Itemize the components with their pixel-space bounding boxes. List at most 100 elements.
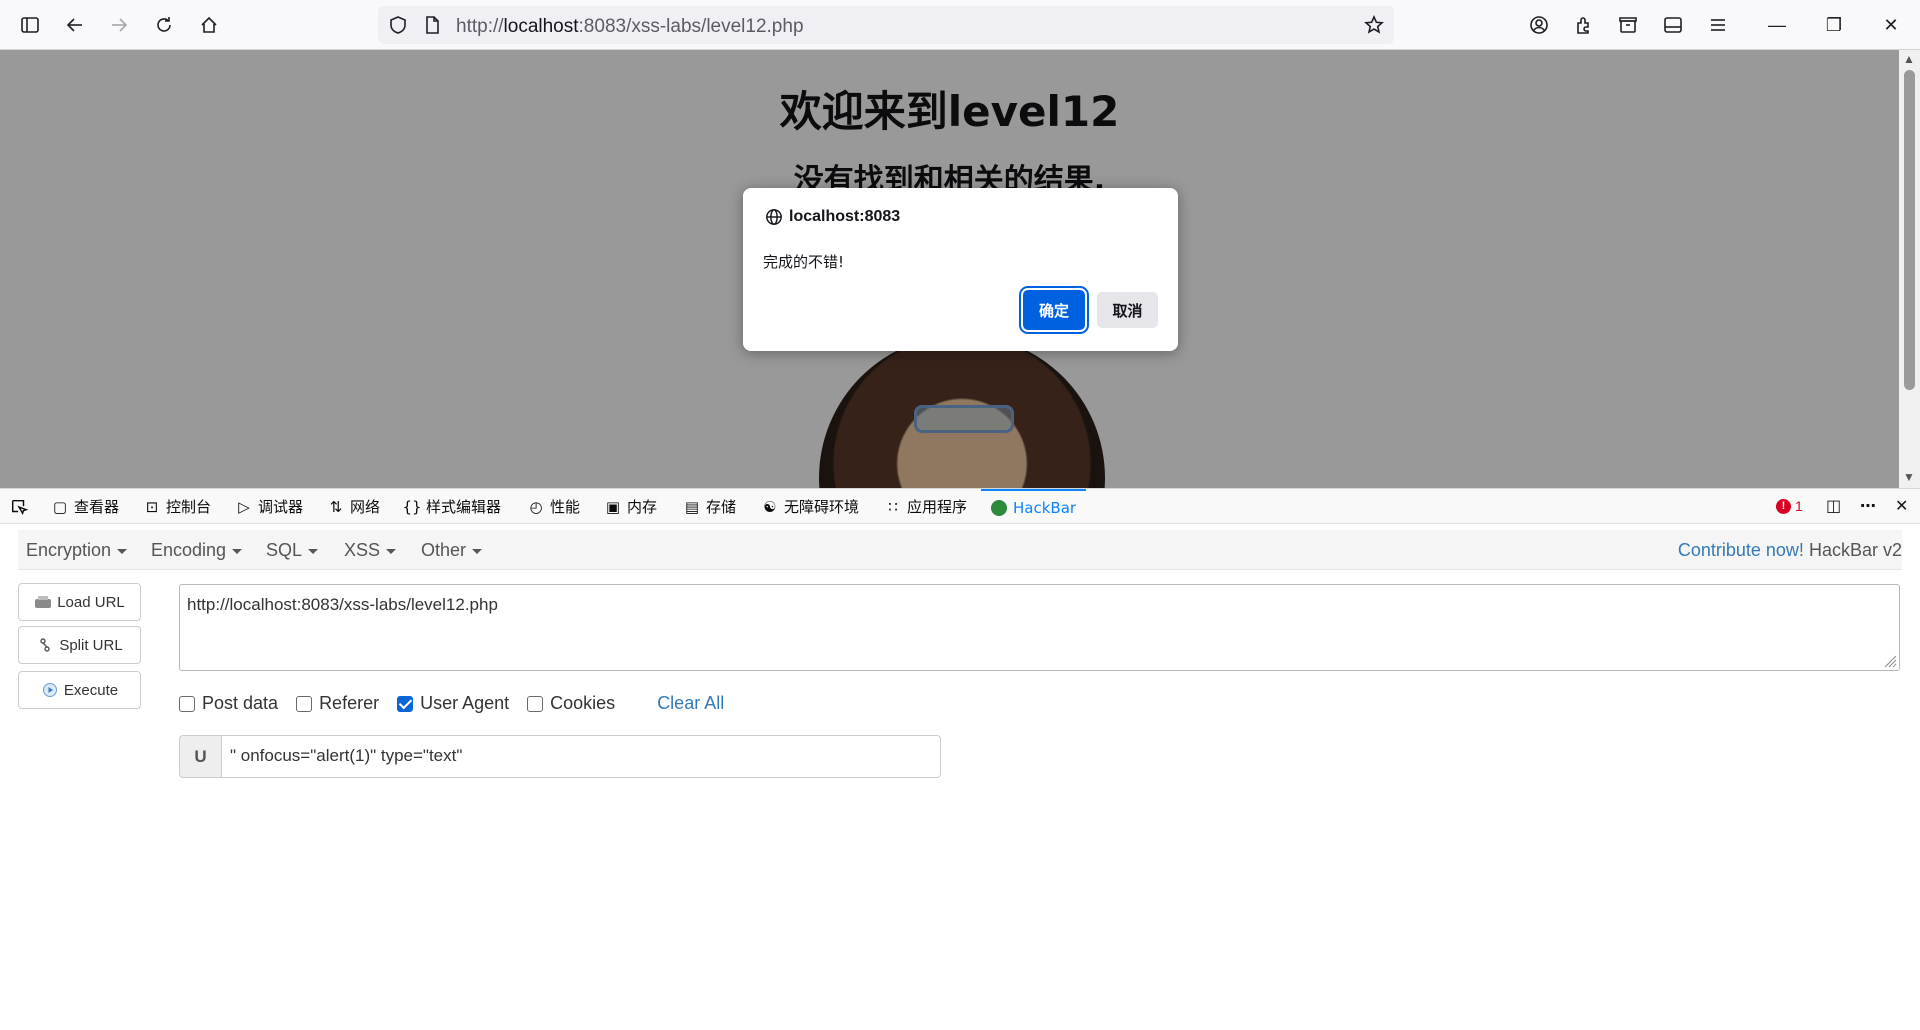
inspector-icon: ▢ [52, 497, 68, 516]
tab-network[interactable]: ⇅ 网络 [328, 489, 380, 524]
error-count: 1 [1795, 498, 1803, 514]
menu-encoding[interactable]: Encoding [151, 540, 243, 561]
reload-icon[interactable] [148, 9, 180, 41]
clear-all-link[interactable]: Clear All [657, 693, 724, 714]
restore-icon[interactable]: ❐ [1819, 10, 1849, 40]
user-agent-checkbox[interactable] [397, 695, 414, 712]
extensions-icon[interactable] [1568, 9, 1600, 41]
url-text[interactable]: http://localhost:8083/xss-labs/level12.p… [456, 16, 804, 38]
menu-encryption[interactable]: Encryption [26, 540, 128, 561]
tracking-protection-shield-icon[interactable] [388, 15, 408, 35]
close-devtools-icon[interactable]: ✕ [1895, 496, 1908, 516]
tab-application[interactable]: ∷ 应用程序 [885, 489, 967, 524]
tab-label: 调试器 [258, 498, 304, 516]
button-label: Split URL [59, 636, 123, 654]
tab-label: 控制台 [166, 498, 212, 516]
tab-console[interactable]: ⊡ 控制台 [144, 489, 211, 524]
url-host: localhost [503, 16, 579, 37]
debugger-icon: ▷ [238, 497, 250, 516]
post-data-checkbox[interactable] [179, 695, 195, 712]
resize-grip-icon[interactable] [1883, 654, 1897, 668]
back-icon[interactable] [59, 9, 91, 41]
caret-down-icon [386, 548, 397, 554]
close-window-icon[interactable]: ✕ [1876, 10, 1906, 40]
style-editor-icon: {} [402, 497, 422, 516]
tab-style-editor[interactable]: {} 样式编辑器 [402, 489, 502, 524]
url-path: :8083/xss-labs/level12.php [578, 16, 804, 37]
hackbar-version: HackBar v2 [1808, 540, 1902, 560]
menu-other[interactable]: Other [421, 540, 483, 561]
storage-icon: ▤ [684, 497, 700, 516]
option-referer[interactable]: Referer [296, 693, 379, 714]
option-cookies[interactable]: Cookies [527, 693, 615, 714]
console-icon: ⊡ [145, 497, 159, 516]
browser-toolbar: http://localhost:8083/xss-labs/level12.p… [0, 0, 1920, 50]
tab-memory[interactable]: ▣ 内存 [605, 489, 657, 524]
tab-inspector[interactable]: ▢ 查看器 [52, 489, 119, 524]
forward-icon[interactable] [103, 9, 135, 41]
contribute-area: Contribute now! HackBar v2 [1678, 540, 1902, 561]
menu-sql[interactable]: SQL [266, 540, 319, 561]
alert-dialog: localhost:8083 完成的不错! 确定 取消 [743, 188, 1178, 351]
button-label: Execute [63, 681, 119, 699]
tab-label: 内存 [627, 498, 658, 516]
tab-label: 性能 [550, 498, 581, 516]
menu-label: Encryption [26, 540, 112, 560]
option-post-data[interactable]: Post data [179, 693, 278, 714]
caret-down-icon [472, 548, 483, 554]
error-count-badge[interactable]: ! 1 [1776, 498, 1803, 514]
performance-icon: ◴ [529, 497, 543, 516]
user-agent-input[interactable]: " onfocus="alert(1)" type="text" [222, 735, 941, 778]
element-picker-icon[interactable] [10, 489, 28, 524]
ok-button[interactable]: 确定 [1019, 286, 1089, 334]
page-scrollbar[interactable]: ▲ ▼ [1899, 50, 1920, 488]
network-icon: ⇅ [329, 497, 343, 516]
error-icon: ! [1776, 498, 1791, 514]
more-options-icon[interactable]: ⋯ [1860, 496, 1876, 516]
caret-down-icon [308, 548, 319, 554]
contribute-link[interactable]: Contribute now! [1678, 540, 1804, 560]
tab-accessibility[interactable]: ☯ 无障碍环境 [762, 489, 859, 524]
url-bar[interactable]: http://localhost:8083/xss-labs/level12.p… [378, 6, 1394, 44]
tab-hackbar[interactable]: HackBar [981, 489, 1087, 524]
home-icon[interactable] [193, 9, 225, 41]
menu-icon[interactable] [1702, 9, 1734, 41]
minimize-icon[interactable]: — [1762, 10, 1792, 40]
tab-label: 样式编辑器 [426, 498, 502, 516]
tab-debugger[interactable]: ▷ 调试器 [236, 489, 303, 524]
tab-performance[interactable]: ◴ 性能 [528, 489, 580, 524]
sidebar-layout-icon[interactable] [1657, 9, 1689, 41]
sidebar-toggle-icon[interactable] [14, 9, 46, 41]
split-url-icon [40, 638, 51, 652]
page-info-icon[interactable] [422, 15, 442, 35]
cookies-checkbox[interactable] [527, 695, 544, 712]
menu-xss[interactable]: XSS [344, 540, 397, 561]
dialog-message: 完成的不错! [763, 253, 845, 271]
dock-side-icon[interactable]: ◫ [1826, 496, 1841, 516]
user-agent-addon: U [179, 735, 222, 778]
tab-label: 存储 [706, 498, 737, 516]
option-user-agent[interactable]: User Agent [397, 693, 509, 714]
scroll-up-icon[interactable]: ▲ [1903, 52, 1915, 66]
cancel-button[interactable]: 取消 [1097, 292, 1158, 328]
hackbar-options: Post data Referer User Agent Cookies Cle… [179, 693, 724, 714]
hackbar-icon [991, 499, 1007, 516]
referer-checkbox[interactable] [296, 695, 313, 712]
containers-icon[interactable] [1612, 9, 1644, 41]
tab-storage[interactable]: ▤ 存储 [684, 489, 736, 524]
option-label: Cookies [550, 693, 616, 713]
tab-label: HackBar [1013, 498, 1077, 517]
menu-label: Other [421, 540, 467, 560]
bookmark-star-icon[interactable] [1364, 15, 1384, 35]
tab-label: 网络 [350, 498, 381, 516]
caret-down-icon [232, 548, 243, 554]
scrollbar-thumb[interactable] [1904, 70, 1915, 390]
split-url-button[interactable]: Split URL [18, 626, 141, 664]
account-icon[interactable] [1523, 9, 1555, 41]
application-icon: ∷ [888, 497, 898, 516]
scroll-down-icon[interactable]: ▼ [1903, 470, 1915, 484]
load-url-button[interactable]: Load URL [18, 583, 141, 621]
user-agent-group: U " onfocus="alert(1)" type="text" [179, 735, 941, 778]
url-textarea[interactable]: http://localhost:8083/xss-labs/level12.p… [179, 584, 1900, 671]
execute-button[interactable]: Execute [18, 671, 141, 709]
